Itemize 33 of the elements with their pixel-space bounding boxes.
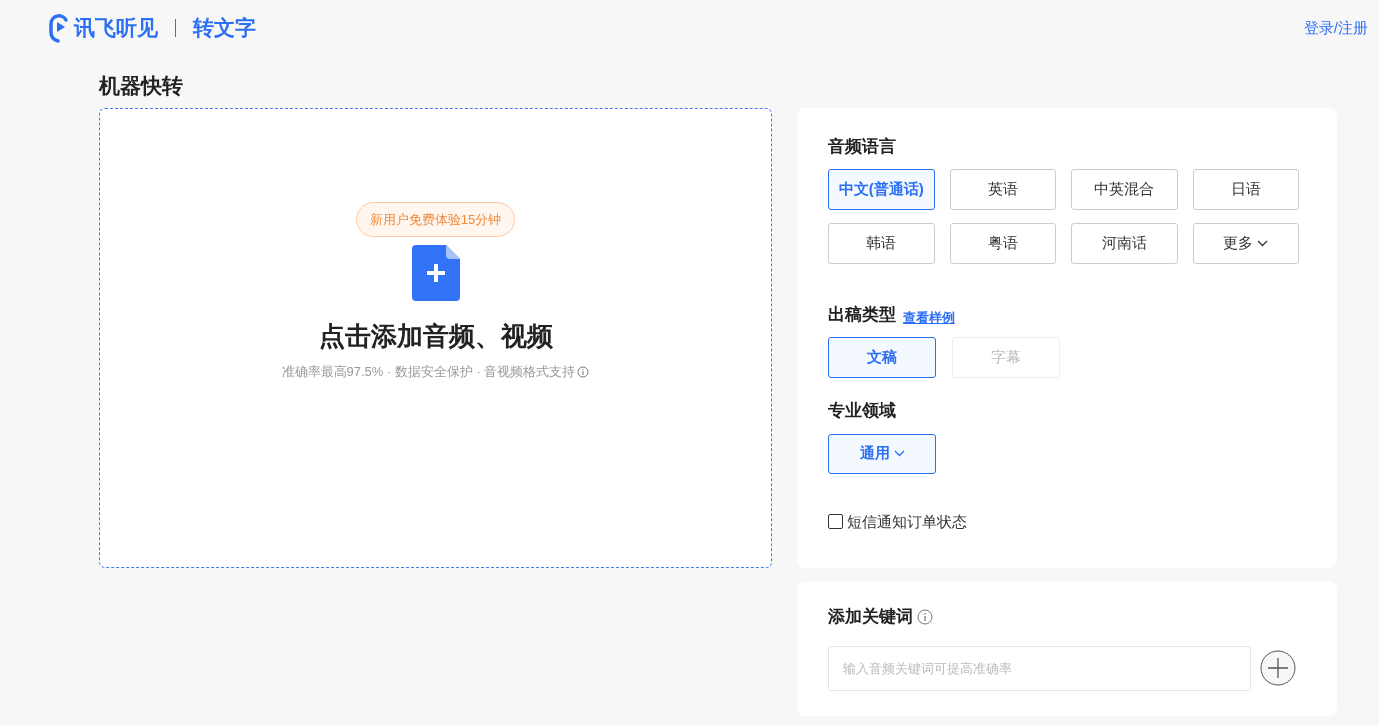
language-option[interactable]: 中文(普通话) xyxy=(828,168,935,210)
brand-name: 讯飞听见 xyxy=(74,15,158,42)
checkbox-label: 短信通知订单状态 xyxy=(847,511,967,532)
checkbox[interactable] xyxy=(828,514,843,530)
language-option[interactable]: 河南话 xyxy=(1071,222,1178,264)
domain-dropdown[interactable]: 通用 xyxy=(828,433,936,474)
output-type-option[interactable]: 文稿 xyxy=(828,337,936,378)
language-option[interactable]: 中英混合 xyxy=(1071,168,1178,210)
section-label: 出稿类型 xyxy=(828,303,896,326)
view-sample-link[interactable]: 查看样例 xyxy=(903,307,955,327)
product-name: 转文字 xyxy=(193,15,256,42)
file-add-icon[interactable] xyxy=(411,245,460,301)
language-option[interactable]: 英语 xyxy=(949,168,1056,210)
language-option[interactable]: 韩语 xyxy=(828,222,935,264)
info-icon[interactable] xyxy=(917,608,933,625)
section-label: 添加关键词 xyxy=(828,606,913,628)
login-link[interactable]: 登录/注册 xyxy=(1303,16,1368,40)
section-label: 音频语言 xyxy=(828,136,897,158)
section-label: 专业领域 xyxy=(828,400,897,422)
upload-subtitle: 准确率最高97.5% · 数据安全保护 · 音视频格式支持 xyxy=(281,363,576,381)
more-dropdown[interactable]: 更多 xyxy=(1192,222,1299,264)
caret-icon xyxy=(1257,239,1269,247)
upload-dropzone[interactable]: 新用户免费体验15分钟 点击添加音频、视频 准确率最高97.5% · 数据安全保护 · 音视频格式支持 xyxy=(99,108,772,568)
caret-icon xyxy=(893,450,905,457)
page-title: 机器快转 xyxy=(99,73,184,99)
language-option[interactable]: 粤语 xyxy=(949,222,1056,264)
ear-play-logo-icon xyxy=(48,12,70,44)
upload-title: 点击添加音频、视频 xyxy=(318,320,553,353)
info-icon[interactable] xyxy=(577,365,590,378)
free-trial-tooltip: 新用户免费体验15分钟 xyxy=(355,202,516,237)
language-option[interactable]: 日语 xyxy=(1192,168,1299,210)
keyword-input[interactable]: 输入音频关键词可提高准确率 xyxy=(828,645,1251,691)
add-icon[interactable] xyxy=(1260,650,1296,686)
